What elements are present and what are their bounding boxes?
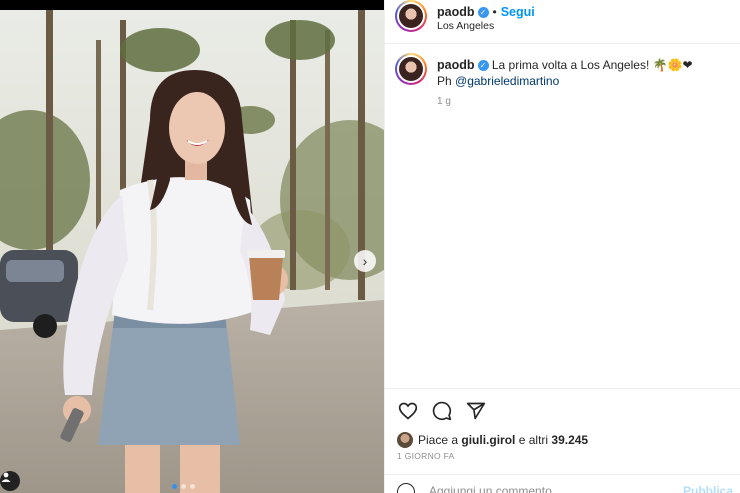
comment-icon <box>432 401 452 421</box>
carousel-dot <box>190 484 195 489</box>
carousel-dots <box>172 484 195 489</box>
comment-input[interactable]: Aggiungi un commento... <box>429 484 562 493</box>
comment-button[interactable] <box>431 400 453 422</box>
post-comment-button[interactable]: Pubblica <box>683 484 733 493</box>
photo-illustration <box>0 10 384 493</box>
caption-author-avatar[interactable] <box>395 53 427 85</box>
like-button[interactable] <box>397 400 419 422</box>
caption-text: La prima volta a Los Angeles! <box>491 58 650 72</box>
share-button[interactable] <box>465 400 487 422</box>
photographer-mention-link[interactable]: @gabrieledimartino <box>455 74 559 88</box>
post-side-panel: paodb ✓ • Segui Los Angeles paodb ✓ La prima… <box>384 0 740 493</box>
carousel-next-button[interactable]: › <box>354 250 376 272</box>
photo-credit-prefix: Ph <box>437 74 452 88</box>
liked-by-username[interactable]: giuli.girol <box>461 433 515 447</box>
verified-badge-icon: ✓ <box>477 60 489 71</box>
carousel-dot <box>181 484 186 489</box>
location-link[interactable]: Los Angeles <box>437 20 494 32</box>
likes-count[interactable]: 39.245 <box>551 433 588 447</box>
verified-badge-icon: ✓ <box>477 7 489 18</box>
post-date[interactable]: 1 GIORNO FA <box>397 451 455 461</box>
caption-age[interactable]: 1 g <box>437 96 727 107</box>
caption: paodb ✓ La prima volta a Los Angeles! 🌴🌼❤… <box>437 57 727 107</box>
carousel-dot <box>172 484 177 489</box>
post-header: paodb ✓ • Segui Los Angeles <box>385 0 740 44</box>
likes-prefix: Piace a <box>418 433 459 447</box>
heart-icon <box>398 402 418 420</box>
author-username[interactable]: paodb <box>437 5 475 19</box>
actions-divider <box>385 388 740 389</box>
user-icon <box>1 472 11 482</box>
top-black-bar <box>0 0 384 10</box>
author-line: paodb ✓ • Segui <box>437 3 535 21</box>
tagged-users-button[interactable] <box>0 471 20 491</box>
send-icon <box>466 402 486 420</box>
chevron-right-icon: › <box>362 253 368 269</box>
dot-separator: • <box>492 5 497 19</box>
author-avatar[interactable] <box>395 0 427 32</box>
post-photo[interactable]: › <box>0 10 384 493</box>
caption-username[interactable]: paodb <box>437 58 475 72</box>
emoji-icon[interactable] <box>397 483 415 493</box>
caption-emojis: 🌴🌼❤ <box>652 58 693 72</box>
follow-button[interactable]: Segui <box>501 5 535 19</box>
likes-summary: Piace a giuli.girol e altri 39.245 <box>397 432 588 448</box>
liker-avatar[interactable] <box>397 432 413 448</box>
action-bar <box>397 400 487 422</box>
comment-bar: Aggiungi un commento... Pubblica <box>385 474 740 493</box>
likes-joiner: e altri <box>518 433 549 447</box>
